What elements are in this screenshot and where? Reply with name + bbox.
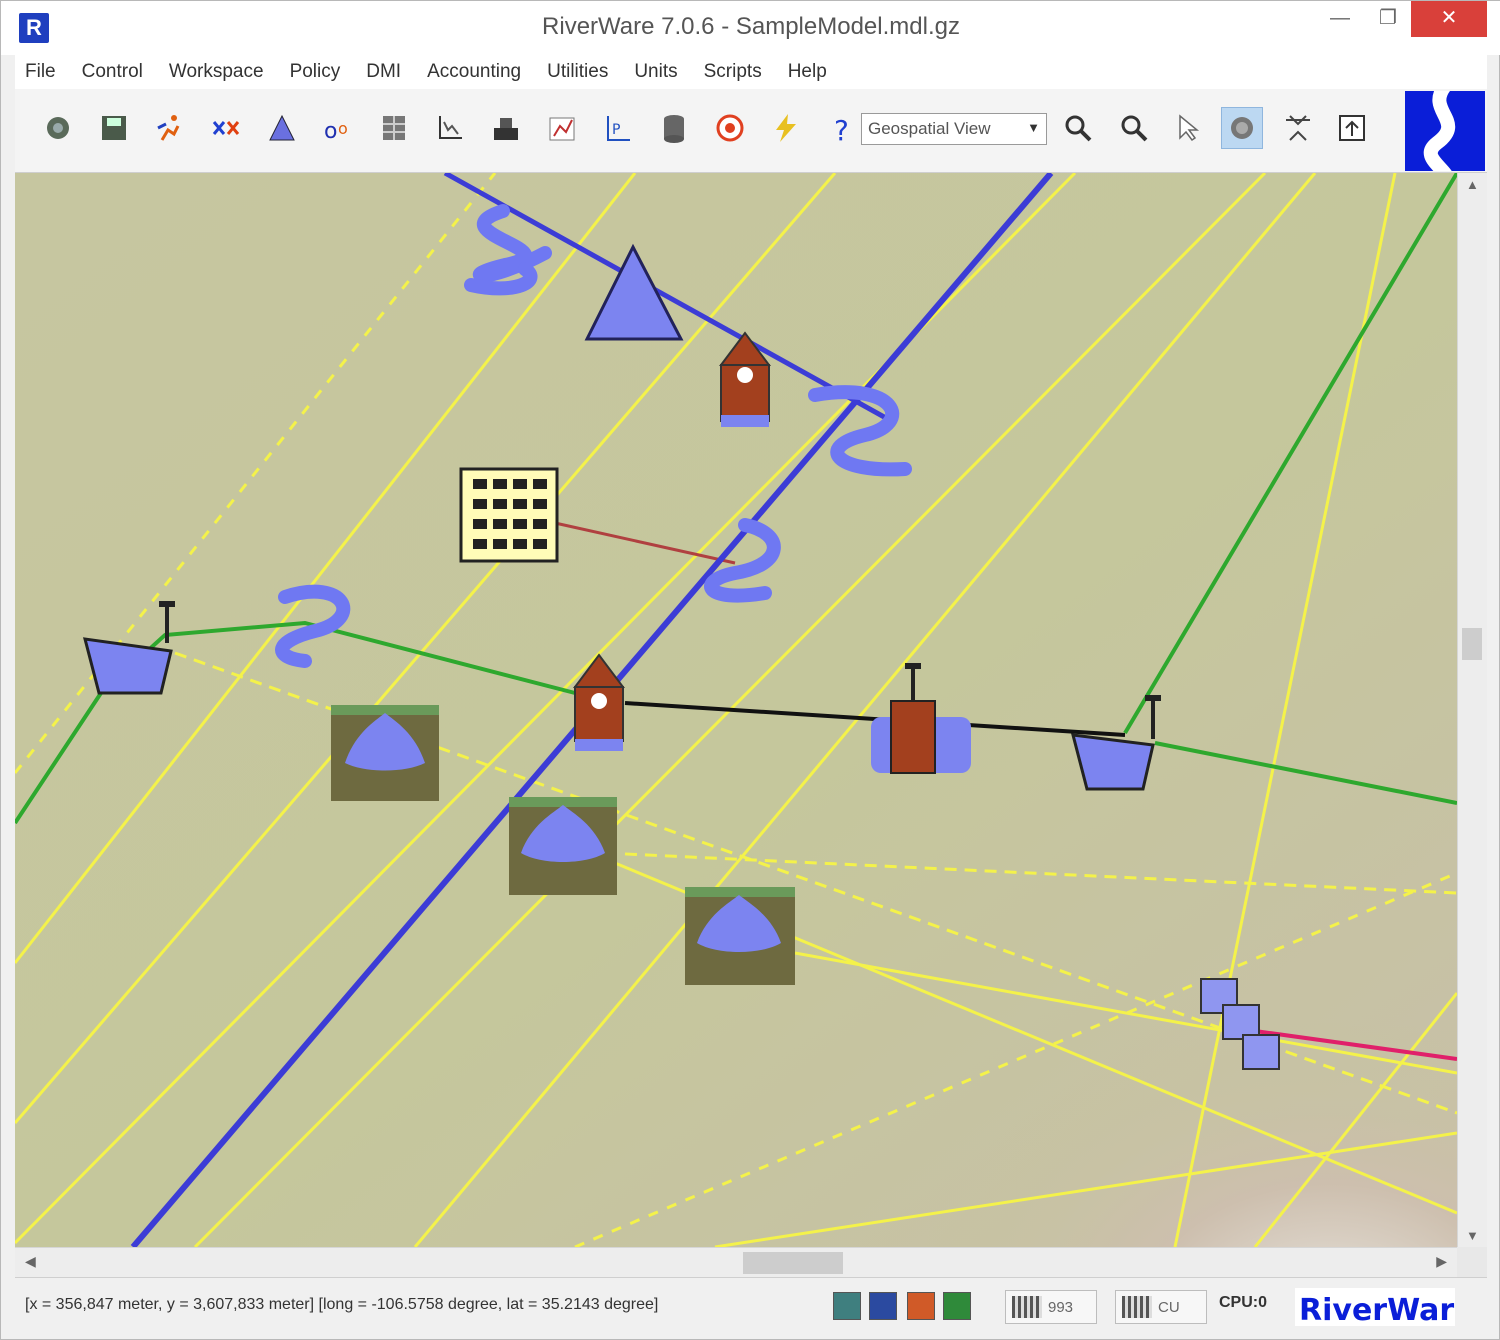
- scroll-corner: [1457, 1247, 1487, 1277]
- tools-icon[interactable]: [485, 107, 527, 149]
- maximize-button[interactable]: ❐: [1365, 1, 1411, 37]
- lightning-icon[interactable]: [765, 107, 807, 149]
- open-icon[interactable]: [37, 107, 79, 149]
- menu-accounting[interactable]: Accounting: [427, 61, 521, 83]
- svg-text:o: o: [324, 119, 337, 144]
- memory-bars-icon-2: [1122, 1296, 1152, 1318]
- status-scenario-icon[interactable]: [869, 1292, 897, 1320]
- groundwater-object-1[interactable]: [331, 705, 439, 801]
- chevron-down-icon: ▼: [1027, 120, 1040, 135]
- scroll-right-icon[interactable]: ▶: [1436, 1253, 1447, 1270]
- save-icon[interactable]: [93, 107, 135, 149]
- menu-utilities[interactable]: Utilities: [547, 61, 608, 83]
- menu-control[interactable]: Control: [82, 61, 143, 83]
- run-icon[interactable]: [149, 107, 191, 149]
- object-icon[interactable]: oo: [317, 107, 359, 149]
- zoom-in-icon[interactable]: [1057, 107, 1099, 149]
- menu-bar: File Control Workspace Policy DMI Accoun…: [15, 55, 1487, 89]
- groundwater-object-3[interactable]: [685, 887, 795, 985]
- main-toolbar: oo P ? Geospatial View ▼: [15, 89, 1487, 173]
- memory-value-1: 993: [1048, 1298, 1074, 1316]
- window-title: RiverWare 7.0.6 - SampleModel.mdl.gz: [542, 13, 960, 40]
- memory-value-2: CU: [1158, 1298, 1180, 1316]
- cpu-indicator: CPU:0: [1219, 1294, 1268, 1311]
- svg-text:o: o: [338, 119, 348, 138]
- fit-icon[interactable]: [1277, 107, 1319, 149]
- table-icon[interactable]: [373, 107, 415, 149]
- riverware-logo: [1405, 91, 1485, 171]
- status-diagnostics-icon[interactable]: [943, 1292, 971, 1320]
- status-run-icon[interactable]: [907, 1292, 935, 1320]
- menu-file[interactable]: File: [25, 61, 56, 83]
- close-button[interactable]: ✕: [1411, 1, 1487, 37]
- menu-scripts[interactable]: Scripts: [704, 61, 762, 83]
- menu-policy[interactable]: Policy: [290, 61, 341, 83]
- brand-text: RiverWare: [1299, 1293, 1455, 1328]
- memory-indicator-2: CU: [1115, 1290, 1207, 1324]
- vertical-scrollbar[interactable]: ▲ ▼: [1457, 173, 1487, 1247]
- pan-icon[interactable]: [1221, 107, 1263, 149]
- svg-text:P: P: [612, 122, 620, 138]
- view-selector-dropdown[interactable]: Geospatial View ▼: [861, 113, 1047, 145]
- scroll-left-icon[interactable]: ◀: [25, 1253, 36, 1270]
- zoom-out-icon[interactable]: [1113, 107, 1155, 149]
- map-canvas[interactable]: [15, 173, 1457, 1247]
- menu-units[interactable]: Units: [634, 61, 677, 83]
- cursor-coordinates: [x = 356,847 meter, y = 3,607,833 meter]…: [25, 1296, 659, 1313]
- memory-bars-icon: [1012, 1296, 1042, 1318]
- stop-icon[interactable]: [709, 107, 751, 149]
- database-icon[interactable]: [653, 107, 695, 149]
- menu-workspace[interactable]: Workspace: [169, 61, 264, 83]
- status-workspace-icon[interactable]: [833, 1292, 861, 1320]
- title-bar: R RiverWare 7.0.6 - SampleModel.mdl.gz —…: [1, 1, 1500, 55]
- horizontal-scroll-thumb[interactable]: [743, 1252, 843, 1274]
- graph-icon[interactable]: [541, 107, 583, 149]
- plot-icon[interactable]: [429, 107, 471, 149]
- scroll-down-icon[interactable]: ▼: [1466, 1228, 1479, 1243]
- scroll-up-icon[interactable]: ▲: [1466, 177, 1479, 192]
- report-icon[interactable]: P: [597, 107, 639, 149]
- minimize-button[interactable]: —: [1317, 1, 1363, 37]
- svg-text:?: ?: [834, 114, 849, 144]
- reservoir-icon[interactable]: [261, 107, 303, 149]
- help-icon[interactable]: ?: [821, 107, 863, 149]
- status-bar: [x = 356,847 meter, y = 3,607,833 meter]…: [15, 1277, 1487, 1337]
- simulate-icon[interactable]: [205, 107, 247, 149]
- view-selector-value: Geospatial View: [868, 119, 991, 138]
- pointer-icon[interactable]: [1167, 107, 1209, 149]
- groundwater-object-2[interactable]: [509, 797, 617, 895]
- menu-help[interactable]: Help: [788, 61, 827, 83]
- vertical-scroll-thumb[interactable]: [1462, 628, 1482, 660]
- horizontal-scrollbar[interactable]: ◀ ▶: [15, 1247, 1457, 1277]
- data-object-table[interactable]: [459, 467, 559, 563]
- geospatial-map-view[interactable]: [15, 173, 1457, 1247]
- memory-indicator-1: 993: [1005, 1290, 1097, 1324]
- menu-dmi[interactable]: DMI: [366, 61, 401, 83]
- export-icon[interactable]: [1331, 107, 1373, 149]
- riverware-window: R RiverWare 7.0.6 - SampleModel.mdl.gz —…: [0, 0, 1500, 1340]
- riverware-brand-logo: RiverWare: [1295, 1286, 1475, 1328]
